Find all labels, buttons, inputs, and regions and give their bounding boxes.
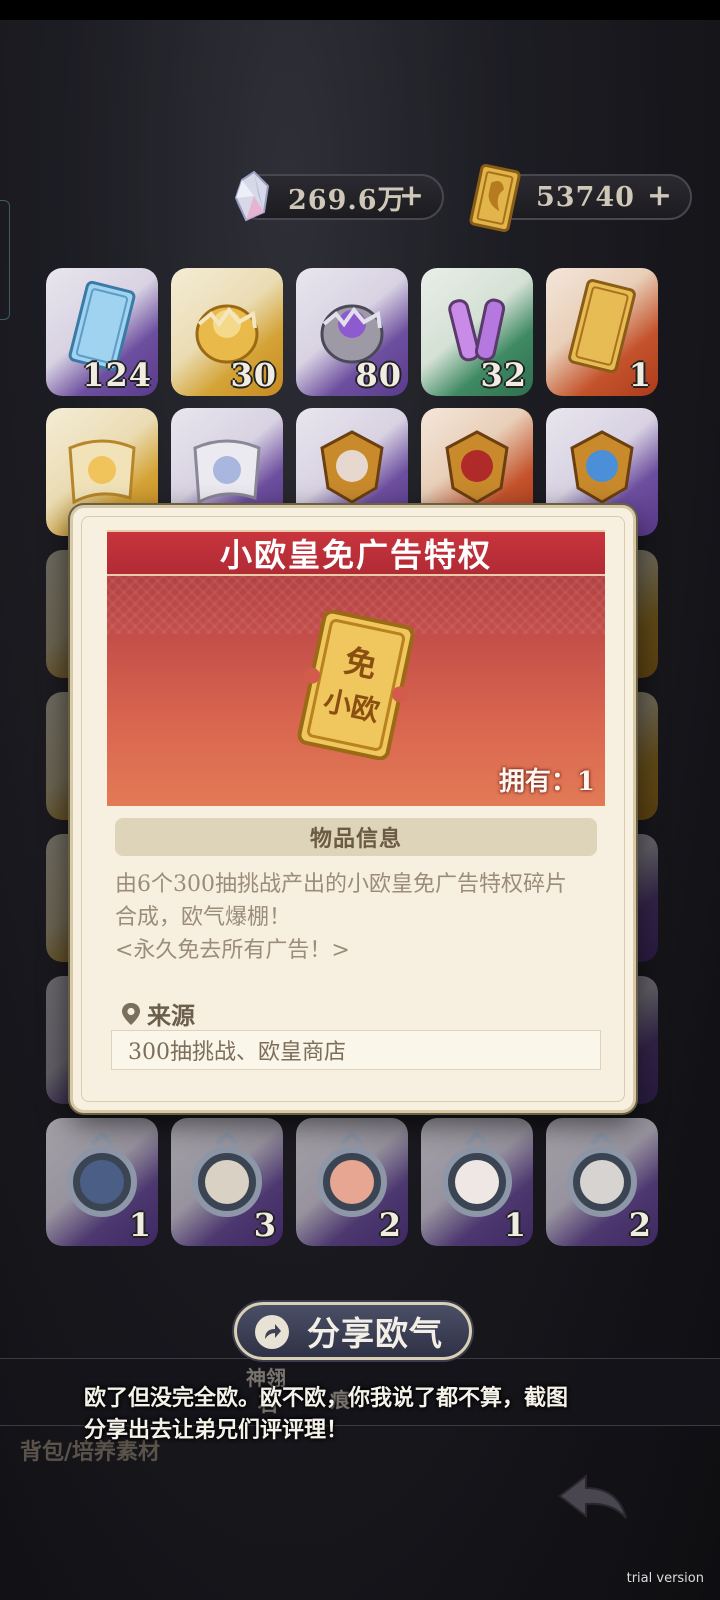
inventory-item[interactable]: 124 xyxy=(46,268,158,396)
red-medal-icon xyxy=(445,430,509,504)
description-line: 由6个300抽挑战产出的小欧皇免广告特权碎片 xyxy=(115,872,567,897)
watermark: trial version xyxy=(626,1571,704,1586)
share-luck-button[interactable]: 分享欧气 xyxy=(234,1302,472,1360)
side-drawer-handle[interactable] xyxy=(0,200,10,320)
inventory-item[interactable]: 30 xyxy=(171,268,283,396)
share-button-label: 分享欧气 xyxy=(307,1314,443,1353)
ticket-amount: 53740 xyxy=(536,181,635,213)
tip-line: 欧了但没完全欧。欧不欧，你我说了都不算，截图 xyxy=(84,1385,569,1411)
item-count: 124 xyxy=(82,356,152,394)
item-count: 2 xyxy=(378,1206,402,1244)
inventory-item[interactable]: 3 xyxy=(171,1118,283,1246)
item-count: 2 xyxy=(628,1206,652,1244)
inventory-item[interactable]: 80 xyxy=(296,268,408,396)
ticket-currency: 53740 + xyxy=(469,163,692,233)
gold-ticket-icon xyxy=(469,163,521,233)
inventory-item[interactable]: 1 xyxy=(546,268,658,396)
tip-line: 分享出去让弟兄们评评理！ xyxy=(84,1417,349,1443)
share-tip-text: 欧了但没完全欧。欧不欧，你我说了都不算，截图 分享出去让弟兄们评评理！ xyxy=(84,1382,644,1446)
status-bar xyxy=(0,0,720,20)
ticket-xiaoou-icon: 免 小欧 xyxy=(297,610,415,760)
crystal-amount: 269.6万 xyxy=(288,184,406,216)
item-info-title: 物品信息 xyxy=(309,826,402,852)
ticket-xiaoou-icon xyxy=(568,279,636,373)
source-heading: 来源 xyxy=(121,996,195,1031)
source-label: 来源 xyxy=(147,1001,195,1030)
golden-scroll-icon xyxy=(68,439,136,505)
blue-medal-icon xyxy=(570,430,634,504)
item-count: 1 xyxy=(503,1206,527,1244)
item-info-header: 物品信息 xyxy=(115,818,597,856)
item-description: 由6个300抽挑战产出的小欧皇免广告特权碎片 合成，欧气爆棚！ <永久免去所有广… xyxy=(115,868,605,967)
source-field: 300抽挑战、欧皇商店 xyxy=(111,1030,601,1070)
inventory-item[interactable]: 2 xyxy=(296,1118,408,1246)
inventory-item[interactable]: 2 xyxy=(546,1118,658,1246)
item-title: 小欧皇免广告特权 xyxy=(219,536,492,574)
item-count: 80 xyxy=(355,356,402,394)
crystal-currency: 269.6万 + xyxy=(234,170,444,222)
item-count: 3 xyxy=(253,1206,277,1244)
item-count: 32 xyxy=(480,356,527,394)
crystal-icon xyxy=(234,170,270,222)
inventory-item[interactable]: 32 xyxy=(421,268,533,396)
item-detail-dialog[interactable]: 小欧皇免广告特权 免 小欧 拥有：1 物品信息 由6个300抽挑战产出的小欧皇免… xyxy=(70,505,636,1113)
source-value: 300抽挑战、欧皇商店 xyxy=(128,1040,346,1065)
add-tickets-button[interactable]: + xyxy=(647,178,672,213)
silver-scroll-icon xyxy=(193,439,261,505)
inventory-item[interactable]: 1 xyxy=(46,1118,158,1246)
owned-count: 拥有：1 xyxy=(498,767,595,797)
back-arrow-icon[interactable] xyxy=(556,1470,630,1530)
share-arrow-icon xyxy=(255,1315,289,1349)
inventory-item[interactable]: 1 xyxy=(421,1118,533,1246)
item-banner: 小欧皇免广告特权 免 小欧 拥有：1 xyxy=(107,530,605,806)
item-count: 30 xyxy=(230,356,277,394)
bronze-medal-icon xyxy=(320,430,384,504)
item-count: 1 xyxy=(128,1206,152,1244)
description-line: 合成，欧气爆棚！ xyxy=(115,905,292,930)
description-line: <永久免去所有广告！> xyxy=(115,938,350,963)
item-title-bar: 小欧皇免广告特权 xyxy=(107,530,605,576)
item-count: 1 xyxy=(628,356,652,394)
add-crystals-button[interactable]: + xyxy=(399,178,424,213)
location-pin-icon xyxy=(122,1002,140,1025)
